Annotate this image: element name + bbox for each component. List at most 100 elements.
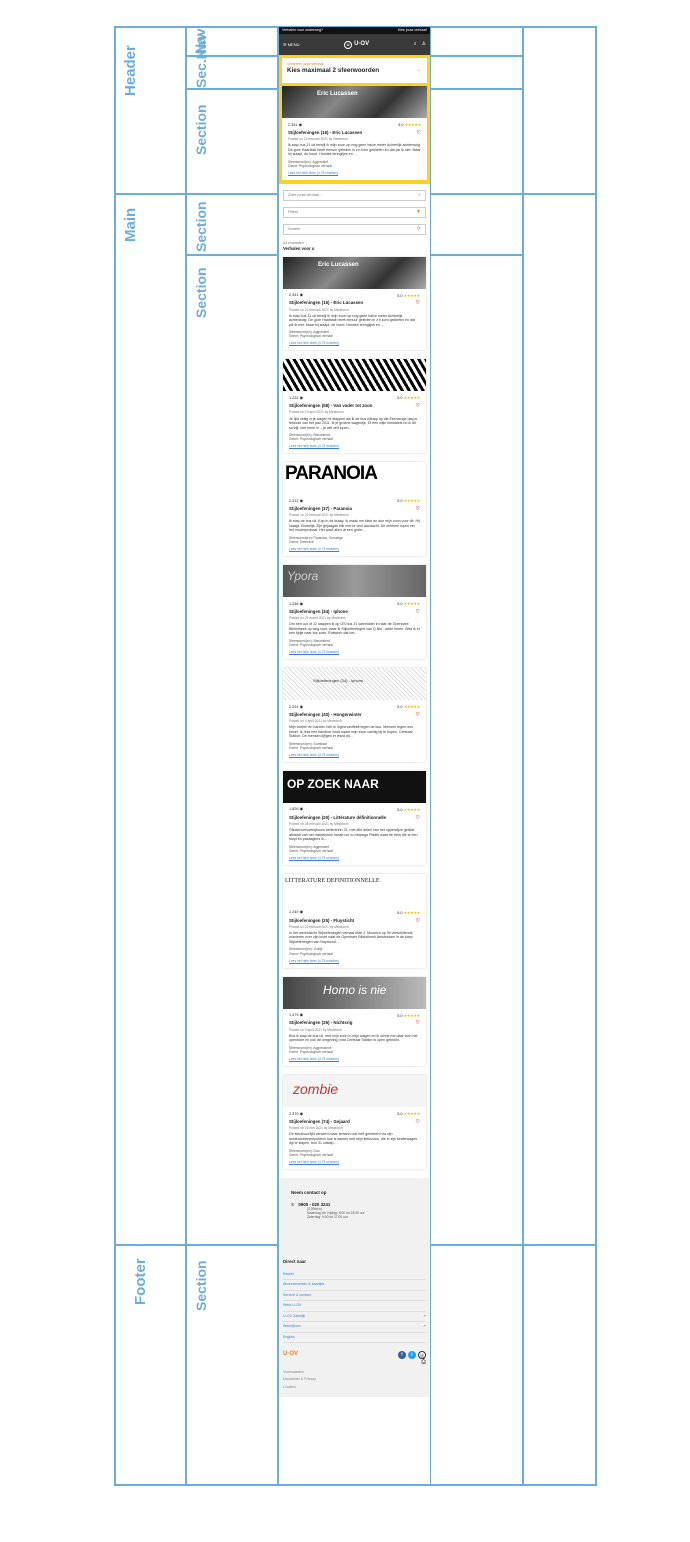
label-section: Section [193, 267, 209, 318]
read-link[interactable]: Lees het hele boek (4,75 minuten) [289, 547, 420, 551]
direct-title: Direct naar [283, 1259, 306, 1265]
footer-link-label: Reizen [283, 1271, 295, 1276]
read-link[interactable]: Lees het hele boek (4,75 minuten) [289, 753, 420, 757]
story-meta: Posted on 23 mei 2021 by Medeorch [289, 1126, 343, 1131]
search-icon[interactable]: ⌕ [414, 41, 417, 47]
footer-link[interactable]: English [283, 1333, 426, 1344]
star-rating: ★★★★★ [403, 395, 421, 401]
read-link[interactable]: Lees het hele boek (4,75 minuten) [289, 1057, 420, 1061]
heart-icon[interactable]: ♡ [416, 609, 420, 615]
story-card[interactable]: Stijloefeningen (34) - Iphone 2.291 ◉ 5.0… [283, 668, 426, 762]
rating-value: 5.0 [397, 705, 403, 710]
story-card[interactable]: Ypora 1.248 ◉ 5.0 ★★★★★ Stijloefeningen (… [283, 565, 426, 660]
story-card[interactable]: LITTERATURE DEFINITIONNELLE 1.249 ◉ 5.0 ★… [283, 873, 426, 968]
grid-line [185, 26, 187, 1486]
read-link[interactable]: Lees het hele boek (4,75 minuten) [289, 650, 420, 654]
story-genre: Genre: Psychologisch verhaal [289, 848, 333, 853]
chevron-down-icon: ⌄ [416, 67, 421, 73]
heart-icon[interactable]: ♡ [417, 130, 421, 136]
footer-link[interactable]: Werk U-OV [283, 1301, 426, 1312]
legal-voorwaarden[interactable]: Voorwaarden [283, 1370, 426, 1374]
story-title[interactable]: Stijloefeningen (74) - Gejaard [289, 1119, 350, 1125]
footer-link-label: U-OV Zakelijk [283, 1313, 306, 1318]
read-link[interactable]: Lees het hele boek (4,75 minuten) [289, 856, 420, 860]
story-card[interactable]: 1.222 ◉ 5.0 ★★★★★ Stijloefeningen (58) - … [283, 359, 426, 454]
views-count: 2.341 ◉ [288, 122, 302, 127]
heart-icon[interactable]: ♡ [416, 712, 420, 718]
heart-icon[interactable]: ♡ [416, 1020, 420, 1026]
rating-value: 5.0 [398, 123, 404, 127]
site-logo[interactable]: U U·OV [344, 40, 369, 49]
star-rating: ★★★★★ [403, 601, 421, 607]
legal-disclaimer[interactable]: Disclaimer & Privacy [283, 1377, 426, 1381]
search-icon: ⌕ [418, 192, 421, 199]
star-rating: ★★★★★ [403, 806, 421, 812]
search-input[interactable]: Zoek jouw verhaal... ⌕ [283, 189, 426, 201]
story-genre: Genre: Psychologisch verhaal [289, 642, 333, 647]
filters-button[interactable]: Filters ▼ [283, 206, 426, 218]
story-image-text: Homo is nie [323, 982, 387, 997]
heart-icon[interactable]: ♡ [416, 506, 420, 512]
read-link[interactable]: Lees het hele boek (4,75 minuten) [289, 341, 420, 345]
mood-picker[interactable]: Genereer jouw verhaal Kies maximaal 2 sf… [282, 58, 427, 83]
story-title[interactable]: Stijloefeningen (37) - Paranoia [289, 506, 352, 512]
story-card[interactable]: OP ZOEK NAAR 1.826 ◉ 5.0 ★★★★★ Stijloefen… [283, 770, 426, 865]
heart-icon[interactable]: ♡ [416, 403, 420, 409]
refresh-icon: ⟳ [416, 226, 421, 233]
rating-value: 5.0 [397, 1013, 403, 1018]
grid-line [522, 26, 524, 1486]
views-count: 1.248 ◉ [289, 601, 303, 606]
story-image-text: PARANOIA [285, 463, 378, 485]
story-title[interactable]: Stijloefeningen (16) - Eric Lucassen [288, 130, 362, 136]
read-link[interactable]: Lees het hele boek (4,75 minuten) [289, 959, 420, 963]
facebook-icon[interactable]: f [398, 1351, 406, 1360]
footer-link-label: Abonnementen & kaartjes [283, 1282, 325, 1287]
grid-line [114, 1484, 597, 1486]
footer-link[interactable]: Abonnementen & kaartjes [283, 1280, 426, 1291]
story-meta: Posted on 19 april 2021 by Medeorch [289, 410, 344, 415]
read-link[interactable]: Lees het hele boek (4,75 minuten) [289, 444, 420, 448]
story-title[interactable]: Stijloefeningen (40) - Hongerwinter [289, 712, 362, 718]
rating-value: 5.0 [397, 602, 403, 607]
legal-cookies[interactable]: Cookies [283, 1385, 426, 1389]
star-rating: ★★★★★ [403, 909, 421, 915]
story-title[interactable]: Stijloefeningen (26) - Nichtsrig [289, 1020, 352, 1026]
story-card[interactable]: Eric Lucassen 2.341 ◉ 5.0 ★★★★★ Stijloefe… [283, 256, 426, 351]
views-count: 2.291 ◉ [289, 704, 303, 709]
menu-button[interactable]: ☰ MENU [283, 42, 300, 47]
story-title[interactable]: Stijloefeningen (34) - Iphone [289, 609, 348, 615]
story-title[interactable]: Stijloefeningen (58) - Van vader tot zoo… [289, 403, 372, 409]
story-genre: Genre: Psychologisch verhaal [289, 334, 333, 339]
sort-button[interactable]: Sorteer ⟳ [283, 223, 426, 235]
search-section: Zoek jouw verhaal... ⌕ Filters ▼ Sorteer ⟳ [283, 189, 426, 235]
story-title[interactable]: Stijloefeningen (25) - Fluysticht [289, 918, 354, 924]
story-title[interactable]: Stijloefeningen (16) - Eric Lucassen [289, 300, 363, 306]
story-image: zombie [283, 1075, 426, 1108]
read-link[interactable]: Lees het hele boek (4,75 minuten) [288, 171, 421, 175]
promo-left[interactable]: Verhalen voor onderweg? [282, 28, 323, 32]
eye-icon: ◉ [299, 601, 303, 606]
story-card[interactable]: PARANOIA 2.312 ◉ 5.0 ★★★★★ Stijloefeninge… [283, 462, 426, 557]
twitter-icon[interactable]: t [408, 1351, 416, 1360]
footer-link[interactable]: U-OV Zakelijk ↗ [283, 1312, 426, 1323]
footer-link[interactable]: Werk@uov ↗ [283, 1322, 426, 1333]
featured-story-card[interactable]: Eric Lucassen 2.341 ◉ 5.0 ★★★★★ Stijloefe… [282, 86, 427, 180]
story-image: Homo is nie [283, 976, 426, 1009]
heart-icon[interactable]: ♡ [416, 815, 420, 821]
story-card[interactable]: zombie 2.370 ◉ 5.0 ★★★★★ Stijloefeningen … [283, 1075, 426, 1169]
promo-right[interactable]: Kies jouw verhaal! [398, 28, 427, 32]
footer-link[interactable]: Service & contact [283, 1291, 426, 1302]
story-card[interactable]: Homo is nie 1.479 ◉ 5.0 ★★★★★ Stijloefeni… [283, 976, 426, 1067]
footer-logo[interactable]: U·OV [283, 1351, 298, 1359]
heart-icon[interactable]: ♡ [416, 918, 420, 924]
views-count: 2.341 ◉ [289, 293, 303, 298]
read-link[interactable]: Lees het hele boek (4,75 minuten) [289, 1160, 420, 1164]
story-genre: Genre: Psychologisch verhaal [288, 163, 332, 168]
user-icon[interactable]: ♙ [422, 41, 426, 47]
heart-icon[interactable]: ♡ [416, 1119, 420, 1125]
heart-icon[interactable]: ♡ [416, 300, 420, 306]
footer-link[interactable]: Reizen [283, 1270, 426, 1281]
print-icon[interactable]: ⎙ [283, 1359, 426, 1367]
story-title[interactable]: Stijloefeningen (20) - Littérature défin… [289, 815, 386, 821]
rating-value: 5.0 [397, 910, 403, 915]
